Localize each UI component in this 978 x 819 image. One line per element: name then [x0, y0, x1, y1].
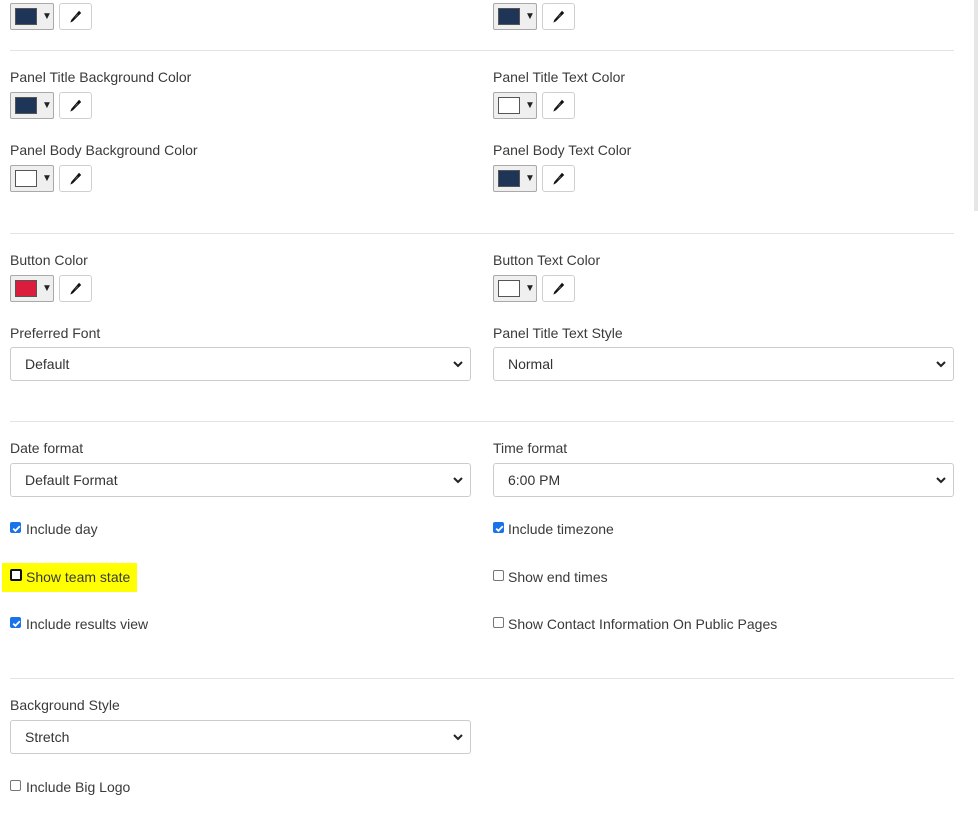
background-style-select[interactable]: Stretch	[10, 720, 471, 754]
color-picker-top-left[interactable]: ▼	[10, 3, 54, 30]
eyedropper-button[interactable]	[542, 92, 575, 119]
scrollbar[interactable]	[974, 0, 978, 211]
panel-body-text-label: Panel Body Text Color	[493, 142, 632, 158]
date-format-label: Date format	[10, 440, 84, 456]
eyedropper-icon	[553, 10, 565, 23]
color-swatch	[15, 280, 37, 297]
eyedropper-icon	[70, 99, 82, 112]
preferred-font-select[interactable]: Default	[10, 347, 471, 381]
divider	[10, 678, 954, 679]
panel-title-style-select[interactable]: Normal	[493, 347, 954, 381]
color-swatch	[15, 97, 37, 114]
panel-body-text-color-picker[interactable]: ▼	[493, 165, 537, 192]
panel-title-text-color-picker[interactable]: ▼	[493, 92, 537, 119]
caret-down-icon: ▼	[525, 11, 535, 22]
time-format-label: Time format	[493, 440, 568, 456]
chevron-down-icon	[453, 477, 463, 484]
eyedropper-icon	[553, 99, 565, 112]
panel-title-text-label: Panel Title Text Color	[493, 69, 626, 85]
eyedropper-icon	[70, 172, 82, 185]
divider	[10, 50, 954, 51]
include-day-label[interactable]: Include day	[26, 521, 98, 537]
show-contact-info-checkbox[interactable]	[493, 617, 504, 628]
color-swatch	[498, 8, 520, 25]
eyedropper-button[interactable]	[59, 165, 92, 192]
divider	[10, 233, 954, 234]
caret-down-icon: ▼	[525, 283, 535, 294]
button-text-color-picker[interactable]: ▼	[493, 275, 537, 302]
select-value: Stretch	[25, 729, 70, 745]
select-value: 6:00 PM	[508, 472, 561, 488]
eyedropper-icon	[553, 172, 565, 185]
select-value: Default	[25, 356, 70, 372]
chevron-down-icon	[453, 361, 463, 368]
select-value: Normal	[508, 356, 554, 372]
chevron-down-icon	[453, 734, 463, 741]
panel-title-style-label: Panel Title Text Style	[493, 325, 623, 341]
color-swatch	[15, 170, 37, 187]
background-style-label: Background Style	[10, 697, 120, 713]
button-color-label: Button Color	[10, 252, 88, 268]
checkmark-icon	[495, 525, 504, 533]
include-day-checkbox[interactable]	[10, 522, 21, 533]
caret-down-icon: ▼	[42, 100, 52, 111]
caret-down-icon: ▼	[42, 283, 52, 294]
eyedropper-button[interactable]	[542, 3, 575, 30]
caret-down-icon: ▼	[525, 173, 535, 184]
include-big-logo-checkbox[interactable]	[10, 780, 21, 791]
show-contact-info-label[interactable]: Show Contact Information On Public Pages	[508, 616, 777, 632]
time-format-select[interactable]: 6:00 PM	[493, 463, 954, 497]
divider	[10, 421, 954, 422]
panel-body-bg-label: Panel Body Background Color	[10, 142, 198, 158]
eyedropper-icon	[70, 282, 82, 295]
checkmark-icon	[12, 620, 21, 628]
caret-down-icon: ▼	[42, 11, 52, 22]
include-results-view-checkbox[interactable]	[10, 617, 21, 628]
eyedropper-button[interactable]	[59, 275, 92, 302]
eyedropper-button[interactable]	[59, 3, 92, 30]
color-swatch	[498, 97, 520, 114]
include-timezone-checkbox[interactable]	[493, 522, 504, 533]
eyedropper-icon	[70, 10, 82, 23]
checkmark-icon	[12, 525, 21, 533]
include-timezone-label[interactable]: Include timezone	[508, 521, 614, 537]
eyedropper-button[interactable]	[542, 165, 575, 192]
show-end-times-label[interactable]: Show end times	[508, 569, 608, 585]
select-value: Default Format	[25, 472, 118, 488]
color-swatch	[498, 170, 520, 187]
chevron-down-icon	[936, 477, 946, 484]
preferred-font-label: Preferred Font	[10, 325, 101, 341]
eyedropper-icon	[553, 282, 565, 295]
show-team-state-checkbox[interactable]	[10, 569, 22, 581]
color-swatch	[498, 280, 520, 297]
include-results-view-label[interactable]: Include results view	[26, 616, 148, 632]
button-text-color-label: Button Text Color	[493, 252, 601, 268]
panel-title-bg-color-picker[interactable]: ▼	[10, 92, 54, 119]
show-end-times-checkbox[interactable]	[493, 570, 504, 581]
color-swatch	[15, 8, 37, 25]
chevron-down-icon	[936, 361, 946, 368]
panel-title-bg-label: Panel Title Background Color	[10, 69, 192, 85]
show-team-state-label[interactable]: Show team state	[26, 569, 130, 585]
date-format-select[interactable]: Default Format	[10, 463, 471, 497]
button-color-picker[interactable]: ▼	[10, 275, 54, 302]
include-big-logo-label[interactable]: Include Big Logo	[26, 779, 130, 795]
caret-down-icon: ▼	[525, 100, 535, 111]
panel-body-bg-color-picker[interactable]: ▼	[10, 165, 54, 192]
color-picker-top-right[interactable]: ▼	[493, 3, 537, 30]
eyedropper-button[interactable]	[59, 92, 92, 119]
eyedropper-button[interactable]	[542, 275, 575, 302]
caret-down-icon: ▼	[42, 173, 52, 184]
